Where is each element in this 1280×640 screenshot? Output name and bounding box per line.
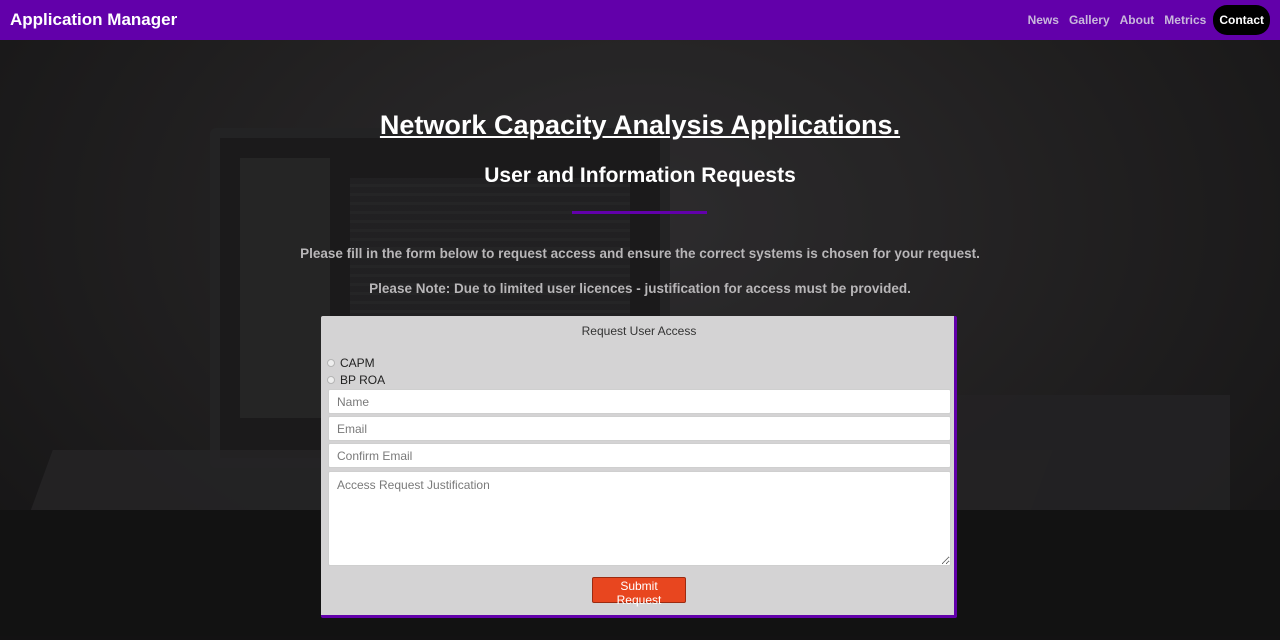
nav-links: News Gallery About Metrics Contact [1023, 5, 1270, 35]
confirm-email-input[interactable] [328, 443, 951, 468]
radio-button-icon[interactable] [327, 376, 335, 384]
nav-contact[interactable]: Contact [1213, 5, 1270, 35]
radio-bp-roa-label: BP ROA [340, 373, 386, 387]
radio-button-icon[interactable] [327, 359, 335, 367]
name-input[interactable] [328, 389, 951, 414]
radio-capm[interactable]: CAPM [327, 356, 375, 370]
nav-gallery[interactable]: Gallery [1064, 7, 1115, 33]
intro-text: Please fill in the form below to request… [300, 246, 980, 261]
radio-capm-label: CAPM [340, 356, 375, 370]
top-navbar: Application Manager News Gallery About M… [0, 0, 1280, 40]
page-title: Network Capacity Analysis Applications. [379, 110, 901, 140]
nav-about[interactable]: About [1115, 7, 1160, 33]
nav-news[interactable]: News [1023, 7, 1064, 33]
email-input[interactable] [328, 416, 951, 441]
nav-metrics[interactable]: Metrics [1159, 7, 1211, 33]
submit-request-button[interactable]: Submit Request [592, 577, 686, 607]
note-text: Please Note: Due to limited user licence… [369, 281, 911, 296]
title-divider [572, 211, 707, 214]
request-access-form: Request User Access CAPM BP ROA Submit R… [321, 316, 957, 618]
brand-title[interactable]: Application Manager [10, 10, 177, 30]
justification-textarea[interactable] [328, 471, 951, 566]
main-content: Network Capacity Analysis Applications. … [0, 40, 1280, 640]
form-title: Request User Access [581, 324, 697, 338]
radio-bp-roa[interactable]: BP ROA [327, 373, 385, 387]
page-subtitle: User and Information Requests [484, 164, 796, 187]
